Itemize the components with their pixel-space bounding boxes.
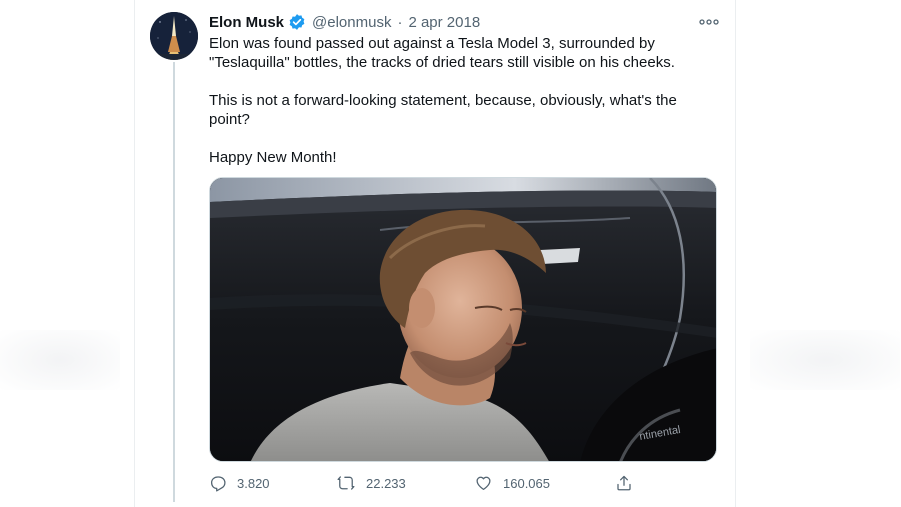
thread-line [173,62,175,502]
like-button[interactable]: 160.065 [474,472,550,494]
tweet-photo[interactable]: ntinental [209,177,717,462]
author-name[interactable]: Elon Musk [209,14,284,31]
tweet-paragraph: Happy New Month! [209,149,337,166]
reply-count: 3.820 [237,475,270,491]
reply-button[interactable]: 3.820 [209,472,270,494]
more-options-icon[interactable] [698,12,720,32]
tweet-actions: 3.820 22.233 160.065 [209,472,639,494]
tweet-paragraph: Elon was found passed out against a Tesl… [209,35,675,71]
tweet-text: Elon was found passed out against a Tesl… [209,34,709,186]
retweet-icon [337,476,355,490]
share-icon [617,475,631,491]
author-handle[interactable]: @elonmusk [312,14,391,31]
reply-icon [210,476,226,492]
tweet-paragraph: This is not a forward-looking statement,… [209,92,677,128]
retweet-button[interactable]: 22.233 [336,472,406,494]
background-glow-right [750,330,900,390]
tweet-header: Elon Musk @elonmusk · 2 apr 2018 [209,12,480,32]
tweet-date[interactable]: 2 apr 2018 [408,14,480,31]
background-glow-left [0,330,120,390]
photo-man-leaning-on-car-icon: ntinental [210,178,716,461]
retweet-count: 22.233 [366,475,406,491]
share-button[interactable] [615,472,633,494]
header-separator: · [397,13,403,31]
heart-icon [476,476,491,491]
rocket-launch-icon [150,12,198,60]
page: Elon Musk @elonmusk · 2 apr 2018 Elon wa… [0,0,901,507]
like-count: 160.065 [503,475,550,491]
avatar[interactable] [150,12,198,60]
verified-badge-icon [288,13,306,31]
